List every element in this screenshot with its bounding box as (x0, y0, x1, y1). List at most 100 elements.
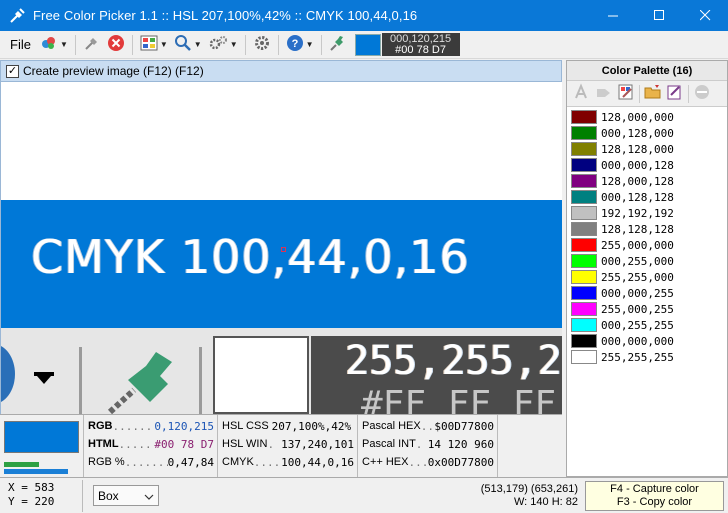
palette-swatch (571, 286, 597, 300)
pascal-hex-label: Pascal HEX (362, 420, 421, 432)
pick-color-button[interactable] (80, 33, 104, 57)
palette-item[interactable]: 128,000,128 (571, 173, 727, 189)
status-separator (82, 480, 83, 512)
preview-readout-zoom: 255,255,25 #FF FF FF (311, 336, 562, 414)
maximize-button[interactable] (636, 0, 682, 31)
palette-item[interactable]: 128,128,128 (571, 221, 727, 237)
magnifier-icon (174, 34, 192, 55)
close-button[interactable] (682, 0, 728, 31)
palette-item[interactable]: 255,255,255 (571, 349, 727, 365)
preview-checkbox-label[interactable]: Create preview image (F12) (F12) (23, 64, 204, 78)
palette-item[interactable]: 000,255,255 (571, 317, 727, 333)
file-menu[interactable]: File (0, 37, 37, 52)
copy-hint: F3 - Copy color (616, 496, 693, 508)
info-row-rgb-percent[interactable]: RGB % ................... 0,47,84 (88, 453, 214, 471)
open-folder-icon[interactable] (644, 83, 662, 104)
preview-checkbox[interactable]: ✓ (6, 64, 19, 78)
pin-button[interactable] (326, 33, 350, 57)
palette-edit-icon[interactable] (617, 83, 635, 104)
chevron-down-icon: ▼ (159, 40, 168, 49)
selection-size: W: 140 H: 82 (514, 496, 578, 508)
cpp-hex-value: 0x00D77800 (427, 455, 494, 469)
palette-swatch (571, 238, 597, 252)
selection-corners: (513,179) (653,261) (480, 483, 578, 495)
palette-grid-icon (140, 34, 158, 55)
palette-view-button[interactable]: ▼ (137, 33, 171, 57)
palette-item[interactable]: 000,000,000 (571, 333, 727, 349)
preview-rgb-text: 255,255,25 (345, 338, 562, 384)
palette-item[interactable]: 255,000,255 (571, 301, 727, 317)
palette-item[interactable]: 000,000,128 (571, 157, 727, 173)
palette-swatch (571, 334, 597, 348)
eyedropper-icon (83, 34, 101, 55)
tag-icon[interactable] (595, 83, 613, 104)
palette-item-label: 000,255,000 (601, 254, 674, 268)
app-icon (9, 7, 25, 24)
chevron-down-icon (144, 489, 154, 503)
palette-item-label: 128,128,128 (601, 222, 674, 236)
palette-swatch (571, 302, 597, 316)
preview-cursor-marker (281, 247, 286, 252)
font-icon[interactable] (573, 83, 591, 104)
palette-item[interactable]: 255,255,000 (571, 269, 727, 285)
info-row-cmyk[interactable]: CMYK .......... 100,44,0,16 (222, 453, 354, 471)
title-bar: Free Color Picker 1.1 :: HSL 207,100%,42… (0, 0, 728, 31)
palette-swatch (571, 270, 597, 284)
toolbar: File ▼ ▼ ▼ ▼ ? ▼ 000,120,215 #00 78 D7 (0, 31, 728, 59)
rgb-label: RGB (88, 420, 113, 432)
palette-item[interactable]: 128,000,000 (571, 109, 727, 125)
dots: . (415, 437, 423, 451)
info-separator (497, 415, 498, 478)
info-row-hsl-win[interactable]: HSL WIN . 137,240,101 (222, 435, 354, 453)
palette-swatch (571, 206, 597, 220)
current-rgb-text: 000,120,215 (389, 32, 452, 45)
palette-item[interactable]: 000,128,128 (571, 189, 727, 205)
hsl-css-value: 207,100%,42% (271, 419, 352, 433)
palette-item-label: 000,000,255 (601, 286, 674, 300)
dots: ....... (408, 455, 428, 469)
settings-button[interactable] (250, 33, 274, 57)
palette-swatch (571, 350, 597, 364)
rgb-percent-value: 0,47,84 (167, 455, 214, 469)
color-drop-icon (40, 34, 58, 55)
color-info-panel: RGB ................... 0,120,215 HTML .… (0, 414, 562, 478)
palette-swatch (571, 126, 597, 140)
window-title: Free Color Picker 1.1 :: HSL 207,100%,42… (33, 8, 418, 23)
palette-item-label: 128,000,128 (601, 174, 674, 188)
palette-item[interactable]: 128,128,000 (571, 141, 727, 157)
status-bar: X = 583 Y = 220 Box (513,179) (653,261) … (0, 477, 728, 513)
info-row-pascal-hex[interactable]: Pascal HEX .... $00D77800 (362, 417, 494, 435)
toolbar-separator (131, 34, 133, 55)
save-palette-icon[interactable] (666, 83, 684, 104)
remove-icon[interactable] (693, 83, 711, 104)
help-button[interactable]: ? ▼ (283, 33, 317, 57)
info-row-rgb[interactable]: RGB ................... 0,120,215 (88, 417, 214, 435)
zoom-button[interactable]: ▼ (171, 33, 205, 57)
dots: ................... (124, 455, 168, 469)
stop-button[interactable] (104, 33, 128, 57)
palette-item[interactable]: 000,255,000 (571, 253, 727, 269)
capture-shape-select[interactable]: Box (93, 485, 159, 506)
dots: . (267, 437, 275, 451)
pin-icon (329, 34, 347, 55)
tools-button[interactable]: ▼ (205, 33, 241, 57)
palette-swatch (571, 158, 597, 172)
palette-item[interactable]: 192,192,192 (571, 205, 727, 221)
palette-swatch (571, 174, 597, 188)
palette-item[interactable]: 255,000,000 (571, 237, 727, 253)
info-row-pascal-int[interactable]: Pascal INT . 14 120 960 (362, 435, 494, 453)
cpp-hex-label: C++ HEX (362, 456, 409, 468)
cursor-position: X = 583 Y = 220 (8, 481, 54, 509)
minimize-button[interactable] (590, 0, 636, 31)
color-dropdown-button[interactable]: ▼ (37, 33, 71, 57)
info-row-html[interactable]: HTML ................. #00 78 D7 (88, 435, 214, 453)
html-value: #00 78 D7 (154, 437, 214, 451)
palette-item[interactable]: 000,128,000 (571, 125, 727, 141)
palette-item[interactable]: 000,000,255 (571, 285, 727, 301)
info-separator (357, 415, 358, 478)
selection-coordinates: (513,179) (653,261) W: 140 H: 82 (450, 483, 578, 509)
info-row-cpp-hex[interactable]: C++ HEX ....... 0x00D77800 (362, 453, 494, 471)
info-row-hsl-css[interactable]: HSL CSS 207,100%,42% (222, 417, 354, 435)
dots: ................. (118, 437, 155, 451)
palette-swatch (571, 254, 597, 268)
